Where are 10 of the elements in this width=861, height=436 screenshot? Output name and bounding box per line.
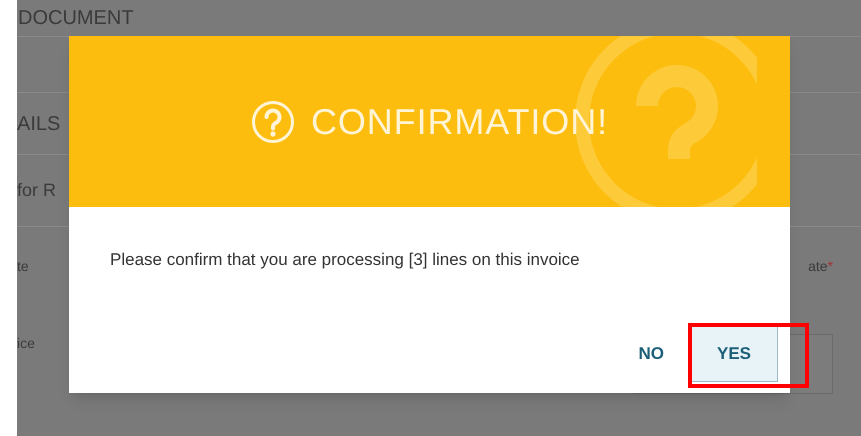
- dialog-title: CONFIRMATION!: [310, 100, 608, 144]
- page-heading: DOCUMENT: [18, 6, 134, 31]
- field-label: ate*: [808, 257, 833, 276]
- section-heading: AILS: [17, 112, 60, 136]
- field-label: ice: [17, 334, 35, 353]
- confirmation-message: Please confirm that you are processing [3] lines on this invoice: [110, 249, 581, 271]
- yes-button[interactable]: YES: [690, 326, 778, 382]
- subsection-heading: for R: [17, 179, 56, 202]
- question-icon: [250, 100, 295, 144]
- field-label: te: [17, 257, 29, 276]
